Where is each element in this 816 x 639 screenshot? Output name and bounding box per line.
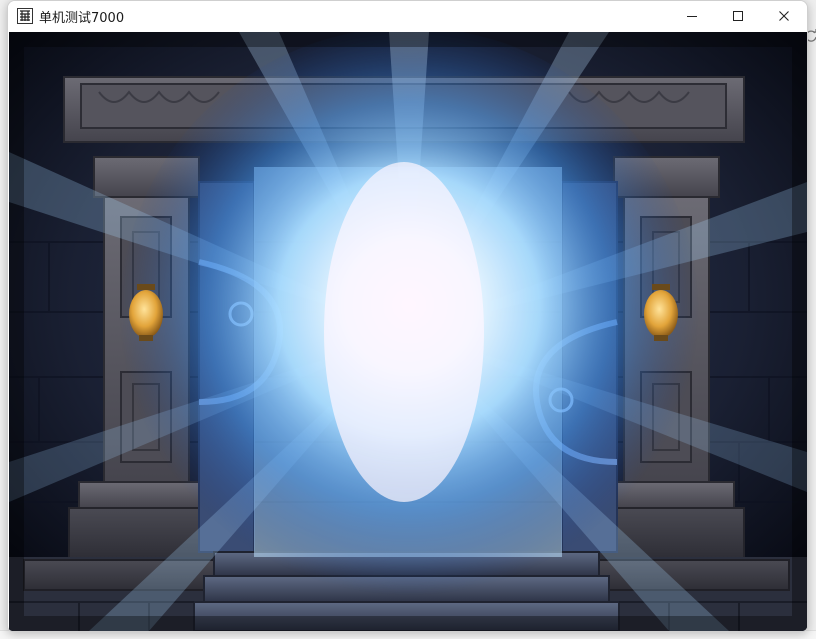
close-icon bbox=[779, 11, 789, 21]
game-viewport[interactable] bbox=[9, 32, 807, 631]
close-button[interactable] bbox=[761, 1, 807, 31]
title-bar[interactable]: 单机测试7000 bbox=[8, 1, 807, 31]
window-title: 单机测试7000 bbox=[39, 10, 125, 26]
minimize-button[interactable] bbox=[669, 1, 715, 31]
portal-gate-scene bbox=[9, 32, 807, 631]
window-controls bbox=[669, 1, 807, 31]
minimize-icon bbox=[687, 16, 697, 17]
app-character-icon bbox=[17, 8, 33, 24]
game-window: 单机测试7000 bbox=[7, 0, 808, 632]
maximize-icon bbox=[733, 11, 743, 21]
maximize-button[interactable] bbox=[715, 1, 761, 31]
